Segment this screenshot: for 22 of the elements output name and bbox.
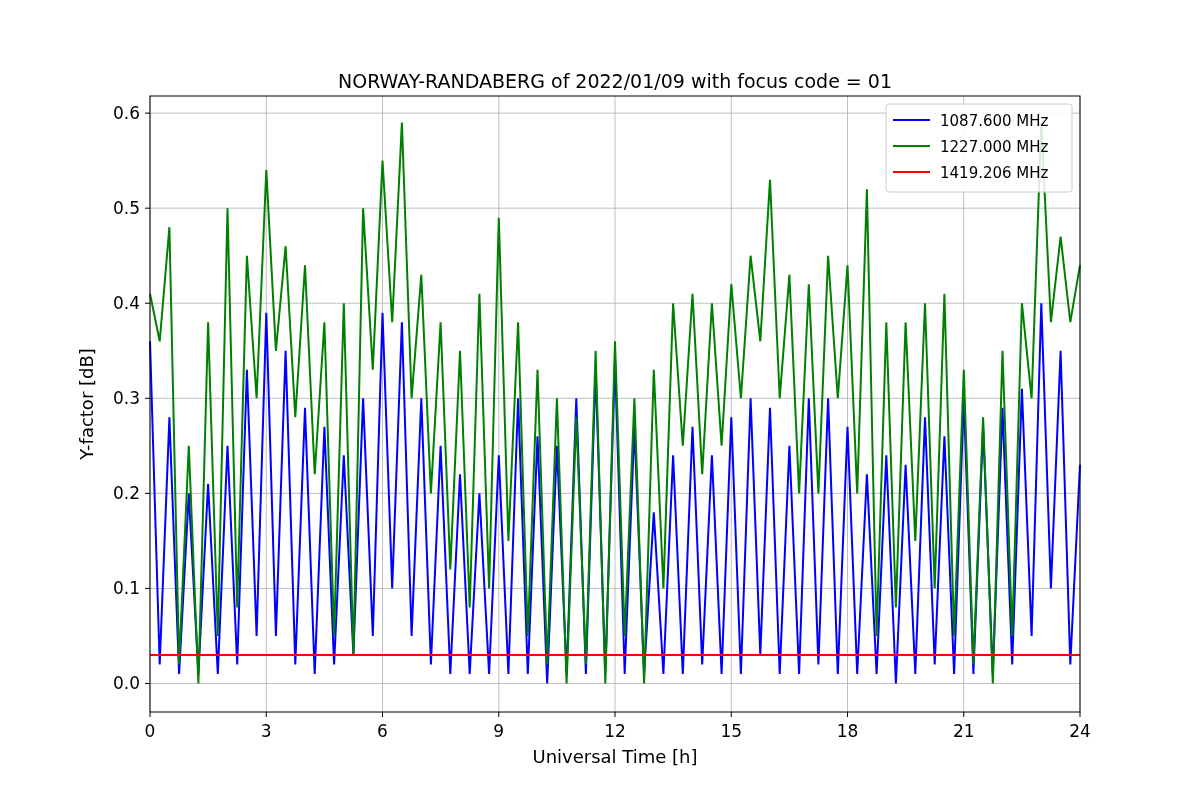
axis-label: Universal Time [h]	[532, 746, 698, 767]
axis-label: Y-factor [dB]	[76, 348, 97, 460]
tick-label: 24	[1069, 721, 1091, 741]
chart-title: NORWAY-RANDABERG of 2022/01/09 with focus code = 01	[338, 70, 892, 92]
tick-label: 9	[493, 721, 505, 741]
legend-label: 1087.600 MHz	[940, 112, 1049, 130]
legend-label: 1419.206 MHz	[940, 164, 1049, 182]
tick-label: 0.0	[112, 673, 140, 694]
tick-label: 15	[720, 721, 743, 741]
tick-label: 0.4	[112, 293, 140, 314]
tick-label: 0.3	[112, 388, 140, 409]
legend-label: 1227.000 MHz	[940, 138, 1049, 156]
tick-label: 0.2	[112, 483, 140, 504]
tick-label: 6	[377, 721, 388, 741]
tick-label: 0.1	[112, 578, 140, 599]
tick-label: 3	[260, 721, 272, 741]
tick-label: 18	[836, 721, 859, 741]
tick-label: 12	[604, 721, 626, 741]
tick-label: 0.5	[112, 198, 140, 219]
tick-label: 0	[144, 721, 156, 741]
tick-label: 21	[952, 721, 975, 741]
tick-label: 0.6	[112, 103, 140, 124]
